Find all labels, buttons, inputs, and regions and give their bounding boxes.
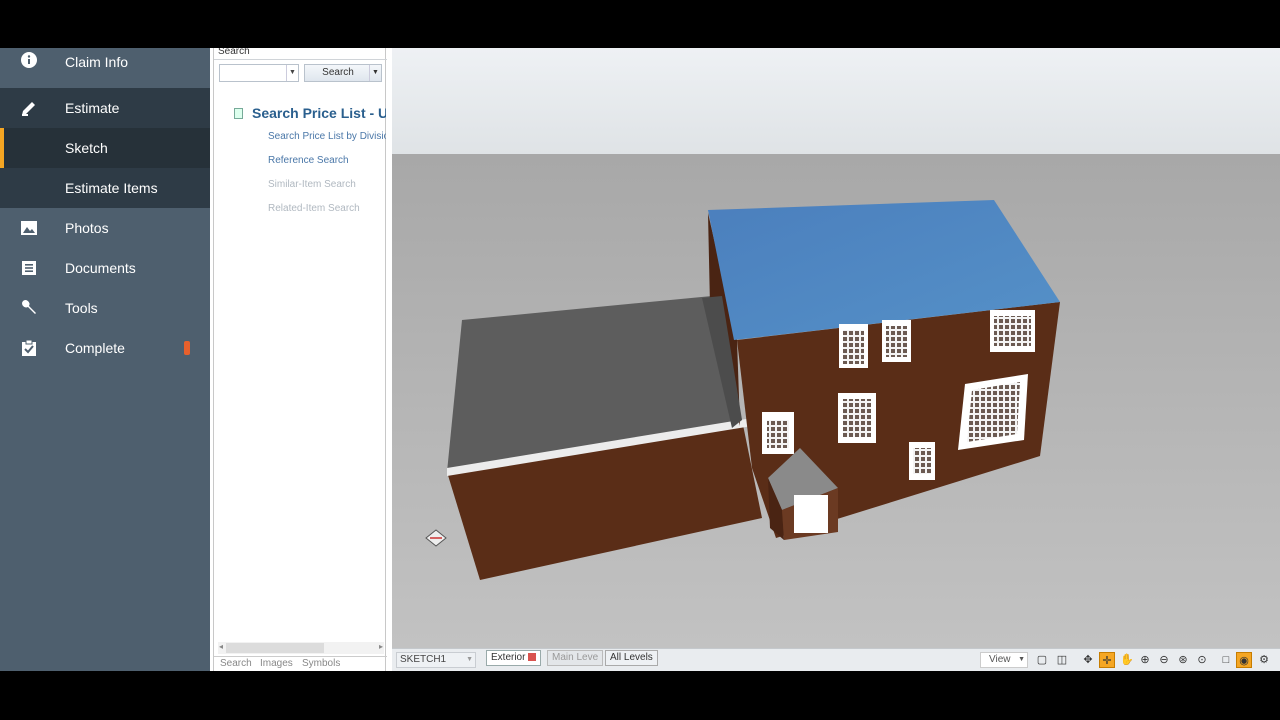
pivot-icon[interactable]: ✥ xyxy=(1080,652,1096,668)
image-icon xyxy=(20,219,38,237)
nav-label: Tools xyxy=(65,300,98,316)
nav-label: Estimate Items xyxy=(65,180,158,196)
pan-hand-icon[interactable]: ✋ xyxy=(1119,652,1135,668)
horizontal-scrollbar[interactable]: ◂ ▸ xyxy=(218,642,384,654)
tree-link-price-list[interactable]: Search Price List by Divisio xyxy=(268,131,386,142)
tree-link-related[interactable]: Related-Item Search xyxy=(268,203,386,214)
tree-link-reference[interactable]: Reference Search xyxy=(268,155,386,166)
sketch-select[interactable]: SKETCH1 ▼ xyxy=(396,652,476,668)
chevron-down-icon[interactable]: ▼ xyxy=(1018,653,1025,667)
sketch-3d-viewport[interactable] xyxy=(392,48,1280,648)
close-icon[interactable] xyxy=(528,653,537,662)
tab-label: All Levels xyxy=(610,652,653,663)
nav-sketch[interactable]: Sketch xyxy=(0,128,210,168)
alert-indicator xyxy=(184,341,190,355)
tab-images[interactable]: Images xyxy=(260,658,293,669)
sketch-statusbar: SKETCH1 ▼ Exterior Main Leve All Levels … xyxy=(392,648,1280,671)
nav-label: Sketch xyxy=(65,140,108,156)
tree-link-similar[interactable]: Similar-Item Search xyxy=(268,179,386,190)
move-tool-icon[interactable]: ✛ xyxy=(1099,652,1115,668)
nav-label: Documents xyxy=(65,260,136,276)
panel-tabs: Search Images Symbols xyxy=(214,656,387,671)
tab-main-level[interactable]: Main Leve xyxy=(547,650,604,666)
nav-claim-info[interactable]: Claim Info xyxy=(0,48,210,76)
scroll-left-icon[interactable]: ◂ xyxy=(219,642,223,651)
tab-exterior[interactable]: Exterior xyxy=(486,650,542,666)
sky xyxy=(392,48,1280,154)
search-button[interactable]: Search ▼ xyxy=(304,64,382,82)
sidebar-nav: Claim Info Estimate Sketch Estimate Item… xyxy=(0,48,210,671)
sketch-select-value: SKETCH1 xyxy=(400,654,447,665)
camera-icon[interactable]: ◫ xyxy=(1054,652,1070,668)
chevron-down-icon[interactable]: ▼ xyxy=(369,65,381,81)
scroll-thumb[interactable] xyxy=(226,643,324,653)
divider xyxy=(214,59,387,60)
tree-root[interactable]: Search Price List - UT xyxy=(234,105,386,121)
nav-complete[interactable]: Complete xyxy=(0,328,210,368)
nav-estimate-items[interactable]: Estimate Items xyxy=(0,168,210,208)
search-input[interactable]: ▼ xyxy=(219,64,299,82)
tab-symbols[interactable]: Symbols xyxy=(302,658,340,669)
search-button-label: Search xyxy=(322,67,354,78)
clipboard-check-icon xyxy=(20,339,38,357)
document-icon xyxy=(20,259,38,277)
nav-documents[interactable]: Documents xyxy=(0,248,210,288)
view-select[interactable]: View ▼ xyxy=(980,652,1028,668)
nav-photos[interactable]: Photos xyxy=(0,208,210,248)
nav-tools[interactable]: Tools xyxy=(0,288,210,328)
view-select-value: View xyxy=(989,654,1011,665)
info-icon xyxy=(20,51,38,69)
tab-label: Main Leve xyxy=(552,652,599,663)
blank-page-icon[interactable]: □ xyxy=(1218,652,1234,668)
nav-label: Complete xyxy=(65,340,125,356)
zoom-window-icon[interactable]: ⊛ xyxy=(1175,652,1191,668)
panel-title: Search xyxy=(218,48,250,57)
tab-label: Exterior xyxy=(491,652,526,663)
nav-label: Claim Info xyxy=(65,54,129,70)
tab-all-levels[interactable]: All Levels xyxy=(605,650,658,666)
search-panel: Search ▼ Search ▼ Search Price List - UT… xyxy=(213,48,387,671)
tree-root-label: Search Price List - UT xyxy=(252,105,386,121)
settings-icon[interactable]: ⚙ xyxy=(1256,652,1272,668)
edit-icon xyxy=(20,99,38,117)
chevron-down-icon[interactable]: ▼ xyxy=(466,653,473,667)
zoom-in-icon[interactable]: ⊕ xyxy=(1137,652,1153,668)
zoom-extents-icon[interactable]: ⊙ xyxy=(1194,652,1210,668)
chevron-down-icon[interactable]: ▼ xyxy=(286,65,298,81)
zoom-out-icon[interactable]: ⊖ xyxy=(1156,652,1172,668)
nav-label: Photos xyxy=(65,220,109,236)
nav-estimate[interactable]: Estimate xyxy=(0,88,210,128)
render-icon[interactable]: ◉ xyxy=(1236,652,1252,668)
wrench-icon xyxy=(20,299,38,317)
tab-search[interactable]: Search xyxy=(220,658,252,669)
nav-label: Estimate xyxy=(65,100,120,116)
scroll-right-icon[interactable]: ▸ xyxy=(379,642,383,651)
square-view-icon[interactable]: ▢ xyxy=(1034,652,1050,668)
